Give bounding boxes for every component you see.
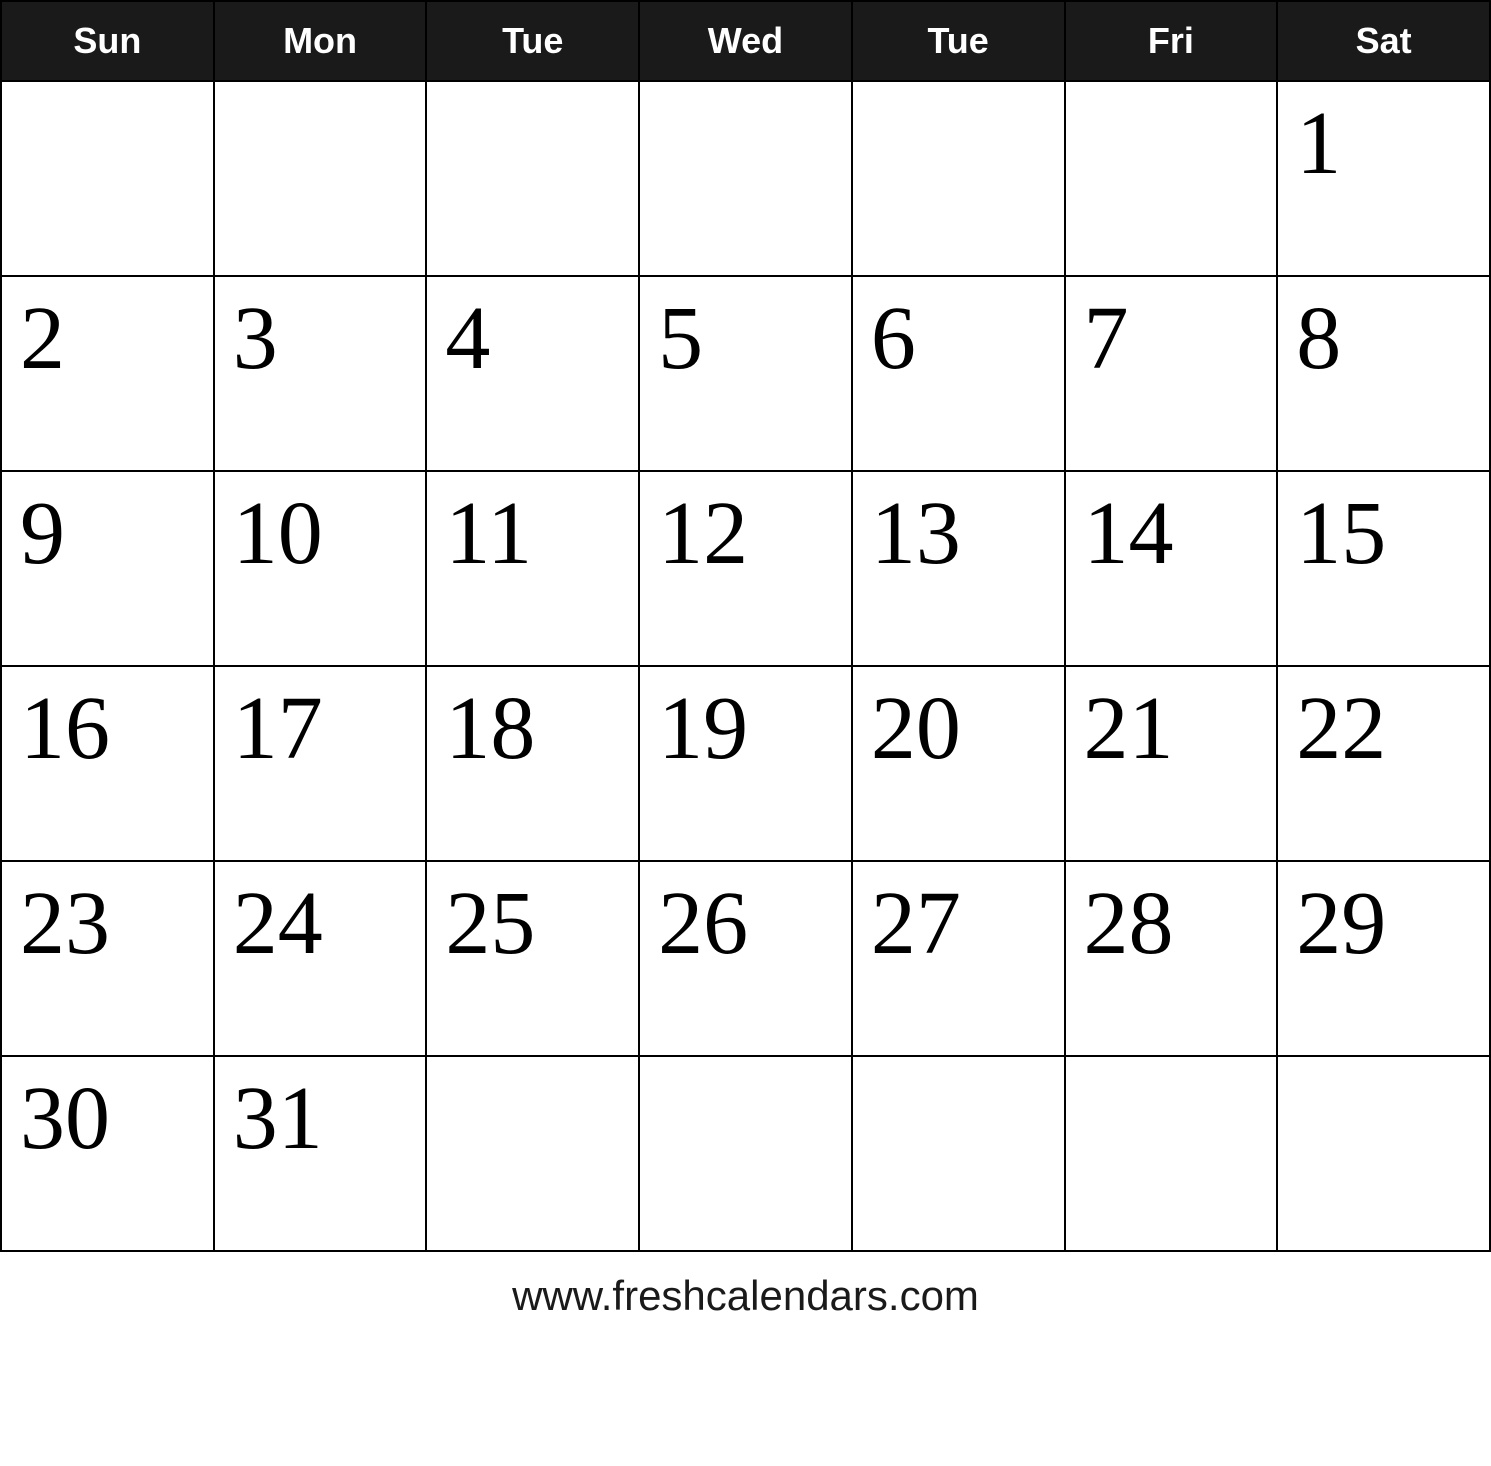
calendar-table: SunMonTueWedTueFriSat 123456789101112131… xyxy=(0,0,1491,1252)
calendar-day-cell: 1 xyxy=(1277,81,1490,276)
calendar-day-cell: 16 xyxy=(1,666,214,861)
calendar-day-cell: 25 xyxy=(426,861,639,1056)
calendar-day-cell: 13 xyxy=(852,471,1065,666)
calendar-week-row: 2345678 xyxy=(1,276,1490,471)
calendar-day-cell xyxy=(214,81,427,276)
calendar-day-cell: 9 xyxy=(1,471,214,666)
calendar-day-cell xyxy=(1065,1056,1278,1251)
calendar-header-cell: Mon xyxy=(214,1,427,81)
calendar-header-cell: Fri xyxy=(1065,1,1278,81)
calendar-week-row: 9101112131415 xyxy=(1,471,1490,666)
calendar-day-cell: 17 xyxy=(214,666,427,861)
calendar-day-cell: 22 xyxy=(1277,666,1490,861)
calendar-header-cell: Sun xyxy=(1,1,214,81)
calendar-day-cell: 20 xyxy=(852,666,1065,861)
calendar-day-cell: 26 xyxy=(639,861,852,1056)
calendar-day-cell: 4 xyxy=(426,276,639,471)
calendar-day-cell: 21 xyxy=(1065,666,1278,861)
calendar-day-cell xyxy=(639,1056,852,1251)
calendar-day-cell xyxy=(426,1056,639,1251)
calendar-header-cell: Tue xyxy=(852,1,1065,81)
calendar-day-cell: 15 xyxy=(1277,471,1490,666)
calendar-day-cell: 8 xyxy=(1277,276,1490,471)
calendar-body: 1234567891011121314151617181920212223242… xyxy=(1,81,1490,1251)
calendar-day-cell: 31 xyxy=(214,1056,427,1251)
calendar-day-cell xyxy=(639,81,852,276)
calendar-day-cell: 6 xyxy=(852,276,1065,471)
calendar-day-cell: 7 xyxy=(1065,276,1278,471)
calendar-day-cell: 5 xyxy=(639,276,852,471)
calendar-day-cell: 14 xyxy=(1065,471,1278,666)
calendar-header-cell: Wed xyxy=(639,1,852,81)
calendar-day-cell: 29 xyxy=(1277,861,1490,1056)
calendar-day-cell xyxy=(1,81,214,276)
calendar-day-cell: 19 xyxy=(639,666,852,861)
calendar-week-row: 16171819202122 xyxy=(1,666,1490,861)
calendar-week-row: 23242526272829 xyxy=(1,861,1490,1056)
calendar-header-row: SunMonTueWedTueFriSat xyxy=(1,1,1490,81)
calendar-day-cell: 2 xyxy=(1,276,214,471)
calendar-week-row: 1 xyxy=(1,81,1490,276)
calendar-week-row: 3031 xyxy=(1,1056,1490,1251)
calendar-header-cell: Tue xyxy=(426,1,639,81)
calendar-day-cell: 23 xyxy=(1,861,214,1056)
calendar-day-cell: 27 xyxy=(852,861,1065,1056)
calendar-day-cell xyxy=(426,81,639,276)
calendar-day-cell: 12 xyxy=(639,471,852,666)
calendar-day-cell: 30 xyxy=(1,1056,214,1251)
calendar-day-cell: 3 xyxy=(214,276,427,471)
calendar-wrapper: SunMonTueWedTueFriSat 123456789101112131… xyxy=(0,0,1491,1330)
calendar-day-cell: 18 xyxy=(426,666,639,861)
calendar-day-cell: 28 xyxy=(1065,861,1278,1056)
calendar-day-cell xyxy=(852,81,1065,276)
calendar-day-cell: 11 xyxy=(426,471,639,666)
calendar-day-cell xyxy=(1277,1056,1490,1251)
calendar-day-cell: 10 xyxy=(214,471,427,666)
calendar-header-cell: Sat xyxy=(1277,1,1490,81)
calendar-day-cell: 24 xyxy=(214,861,427,1056)
calendar-day-cell xyxy=(852,1056,1065,1251)
footer-url: www.freshcalendars.com xyxy=(0,1252,1491,1330)
calendar-day-cell xyxy=(1065,81,1278,276)
